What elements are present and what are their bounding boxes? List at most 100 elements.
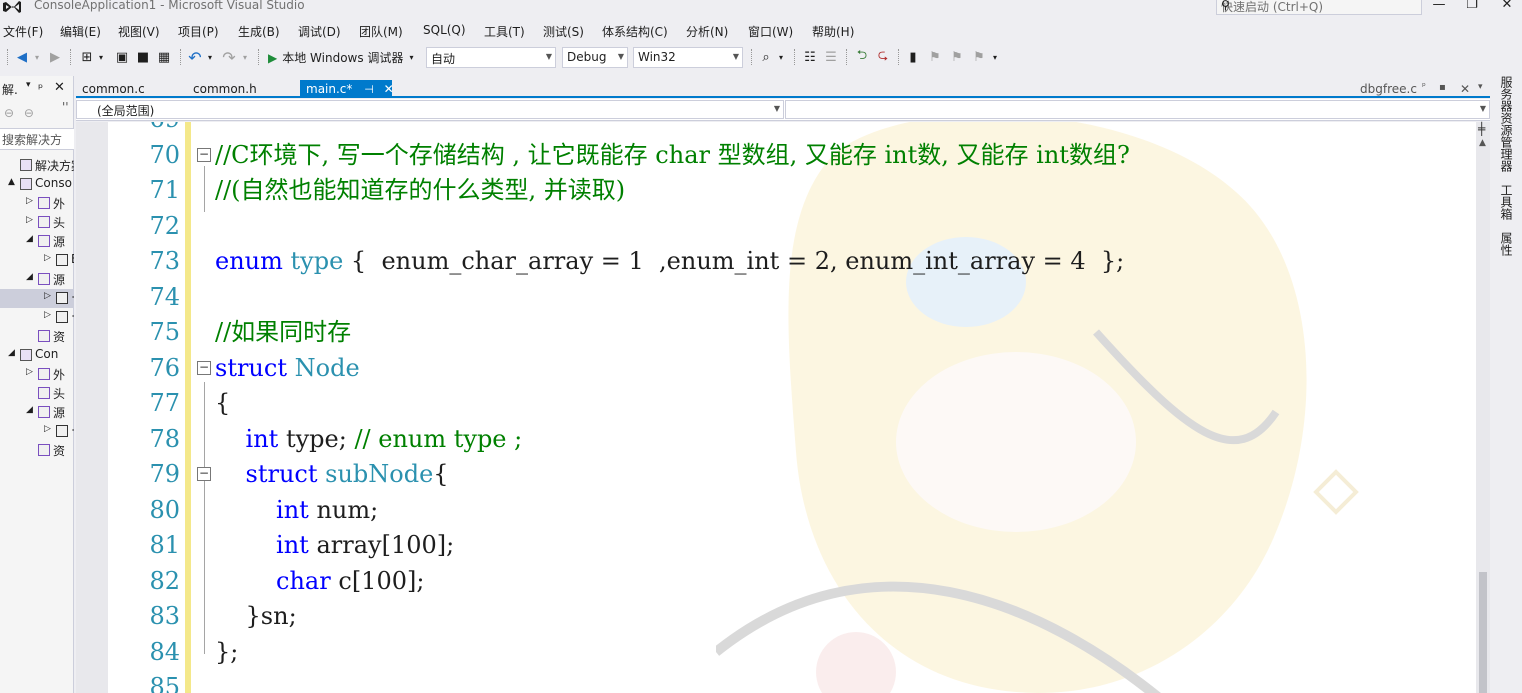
save-all-icon[interactable]: ▦ <box>155 47 173 67</box>
menu-file[interactable]: 文件(F) <box>3 23 43 40</box>
scope-combo[interactable]: (全局范围) ▼ <box>76 100 784 119</box>
menu-architecture[interactable]: 体系结构(C) <box>602 23 668 40</box>
toolbar-options-icon[interactable]: ▾ <box>990 47 1000 67</box>
quick-launch-input[interactable]: 快速启动 (Ctrl+Q) ⚲ <box>1216 0 1422 15</box>
tree-expander-icon[interactable]: ▷ <box>26 367 33 377</box>
editor-vertical-scrollbar[interactable]: ╪ ▲ <box>1476 122 1490 693</box>
solution-platform-combo[interactable]: Win32 ▼ <box>633 47 743 68</box>
bookmark-icon[interactable]: ▮ <box>905 47 921 67</box>
solution-tree-item[interactable]: ▷+ <box>0 289 74 308</box>
solution-tree-item[interactable]: 资 <box>0 327 74 346</box>
solution-tree-item[interactable]: 头 <box>0 384 74 403</box>
tree-expander-icon[interactable]: ▷ <box>26 215 33 225</box>
solution-tree-item[interactable]: ◢ 源 <box>0 403 74 422</box>
menu-test[interactable]: 测试(S) <box>543 23 584 40</box>
redo-dropdown-icon[interactable]: ▾ <box>240 47 250 67</box>
clear-bookmarks-icon[interactable]: ⚑ <box>970 47 988 67</box>
solution-tree-item[interactable]: ◢ Con <box>0 346 74 365</box>
comment-out-icon[interactable]: ⮌ <box>853 47 871 67</box>
code-line[interactable]: 70 −//C环境下, 写一个存储结构 , 让它既能存 char 型数组, 又能存… <box>76 138 1476 173</box>
tree-expander-icon[interactable]: ▷ <box>44 253 51 263</box>
collapse-icon[interactable]: − <box>197 147 211 162</box>
code-line[interactable]: 76 − struct Node <box>76 351 1476 386</box>
next-bookmark-icon[interactable]: ⚑ <box>948 47 966 67</box>
menu-sql[interactable]: SQL(Q) <box>423 23 466 37</box>
solution-tree-item[interactable]: 解决方案 <box>0 156 74 175</box>
solution-tree-item[interactable]: ▷+ <box>0 422 74 441</box>
close-window-button[interactable]: ✕ <box>1492 0 1522 12</box>
pin-icon[interactable]: ᵖ <box>38 81 43 95</box>
code-line[interactable]: 85 <box>76 670 1476 693</box>
restore-icon[interactable]: ❐ <box>1457 0 1487 12</box>
back-dropdown-icon[interactable]: ▾ <box>32 47 42 67</box>
menu-edit[interactable]: 编辑(E) <box>60 23 101 40</box>
forward-icon[interactable]: ▶ <box>46 47 64 67</box>
back-icon[interactable]: ⊖ <box>4 106 14 120</box>
menu-tools[interactable]: 工具(T) <box>484 23 525 40</box>
close-tab-icon[interactable]: ✕ <box>384 82 394 96</box>
previous-bookmark-icon[interactable]: ⚑ <box>926 47 944 67</box>
pin-icon[interactable]: ⊣ <box>364 83 374 96</box>
solution-tree-item[interactable]: ▲ Conso <box>0 175 74 194</box>
solution-tree-item[interactable]: ▷E <box>0 251 74 270</box>
scroll-up-icon[interactable]: ▲ <box>1479 138 1486 148</box>
code-line[interactable]: 77 { <box>76 386 1476 421</box>
minimize-button[interactable]: — <box>1424 0 1454 12</box>
chevron-down-icon[interactable]: ▾ <box>26 80 31 90</box>
code-line[interactable]: 74 <box>76 280 1476 315</box>
solution-tree-item[interactable]: ▷ 外 <box>0 365 74 384</box>
undo-icon[interactable]: ↶ <box>186 47 204 67</box>
code-line[interactable]: 72 <box>76 209 1476 244</box>
side-tab-toolbox[interactable]: 工具箱 <box>1498 184 1515 220</box>
tree-expander-icon[interactable]: ▷ <box>44 310 51 320</box>
solution-tree-item[interactable]: ▷ 外 <box>0 194 74 213</box>
code-line[interactable]: 69 <box>76 122 1476 137</box>
member-combo[interactable]: ▼ <box>785 100 1490 119</box>
solution-tree-item[interactable]: ▷+ <box>0 308 74 327</box>
tree-expander-icon[interactable]: ▷ <box>44 424 51 434</box>
code-editor[interactable]: 6970−//C环境下, 写一个存储结构 , 让它既能存 char 型数组, 又… <box>76 122 1476 693</box>
tree-expander-icon[interactable]: ▷ <box>44 291 51 301</box>
preview-pin-icon[interactable]: ᵖ <box>1422 82 1426 92</box>
start-debugging-button[interactable]: ▶ 本地 Windows 调试器 ▾ <box>268 49 413 66</box>
side-tab-server-explorer[interactable]: 服务器资源管理器 <box>1498 76 1515 172</box>
scrollbar-thumb[interactable] <box>1479 572 1487 693</box>
config-combo[interactable]: 自动 ▼ <box>426 47 556 68</box>
solution-tree-item[interactable]: 资 <box>0 441 74 460</box>
uncomment-icon[interactable]: ⮎ <box>874 47 892 67</box>
menu-team[interactable]: 团队(M) <box>359 23 403 40</box>
menu-help[interactable]: 帮助(H) <box>812 23 854 40</box>
redo-icon[interactable]: ↷ <box>220 47 238 67</box>
code-line[interactable]: 79 − struct subNode{ <box>76 457 1476 492</box>
solution-tree-item[interactable]: ◢ 源 <box>0 270 74 289</box>
new-project-dropdown-icon[interactable]: ▾ <box>96 47 106 67</box>
forward-icon[interactable]: ⊖ <box>24 106 34 120</box>
close-tab-icon[interactable]: ✕ <box>1460 82 1470 96</box>
menu-analyze[interactable]: 分析(N) <box>686 23 728 40</box>
new-project-icon[interactable]: ⊞ <box>78 47 96 67</box>
code-line[interactable]: 81 int array[100]; <box>76 528 1476 563</box>
side-tab-properties[interactable]: 属性 <box>1498 232 1515 256</box>
code-line[interactable]: 75 //如果同时存 <box>76 315 1476 350</box>
code-line[interactable]: 84}; <box>76 635 1476 670</box>
undo-dropdown-icon[interactable]: ▾ <box>205 47 215 67</box>
solution-explorer-icon[interactable]: ☷ <box>801 47 819 67</box>
promote-tab-icon[interactable]: ▪ <box>1439 82 1446 93</box>
collapse-icon[interactable]: − <box>197 360 211 375</box>
code-line[interactable]: 80 int num; <box>76 493 1476 528</box>
tree-expander-icon[interactable]: ▷ <box>26 196 33 206</box>
close-icon[interactable]: ✕ <box>54 80 65 95</box>
properties-icon[interactable]: ☰ <box>822 47 840 67</box>
solution-tree-item[interactable]: ▷ 头 <box>0 213 74 232</box>
menu-window[interactable]: 窗口(W) <box>748 23 793 40</box>
open-file-icon[interactable]: ▣ <box>113 47 131 67</box>
tree-expander-icon[interactable]: ◢ <box>8 348 15 358</box>
collapse-icon[interactable]: − <box>197 467 211 481</box>
solution-tree-item[interactable]: ◢ 源 <box>0 232 74 251</box>
save-icon[interactable]: ■ <box>134 47 152 67</box>
menu-view[interactable]: 视图(V) <box>118 23 160 40</box>
find-dropdown-icon[interactable]: ▾ <box>776 47 786 67</box>
tree-expander-icon[interactable]: ▲ <box>8 177 15 187</box>
code-line[interactable]: 78 int type; // enum type ; <box>76 422 1476 457</box>
menu-build[interactable]: 生成(B) <box>238 23 280 40</box>
